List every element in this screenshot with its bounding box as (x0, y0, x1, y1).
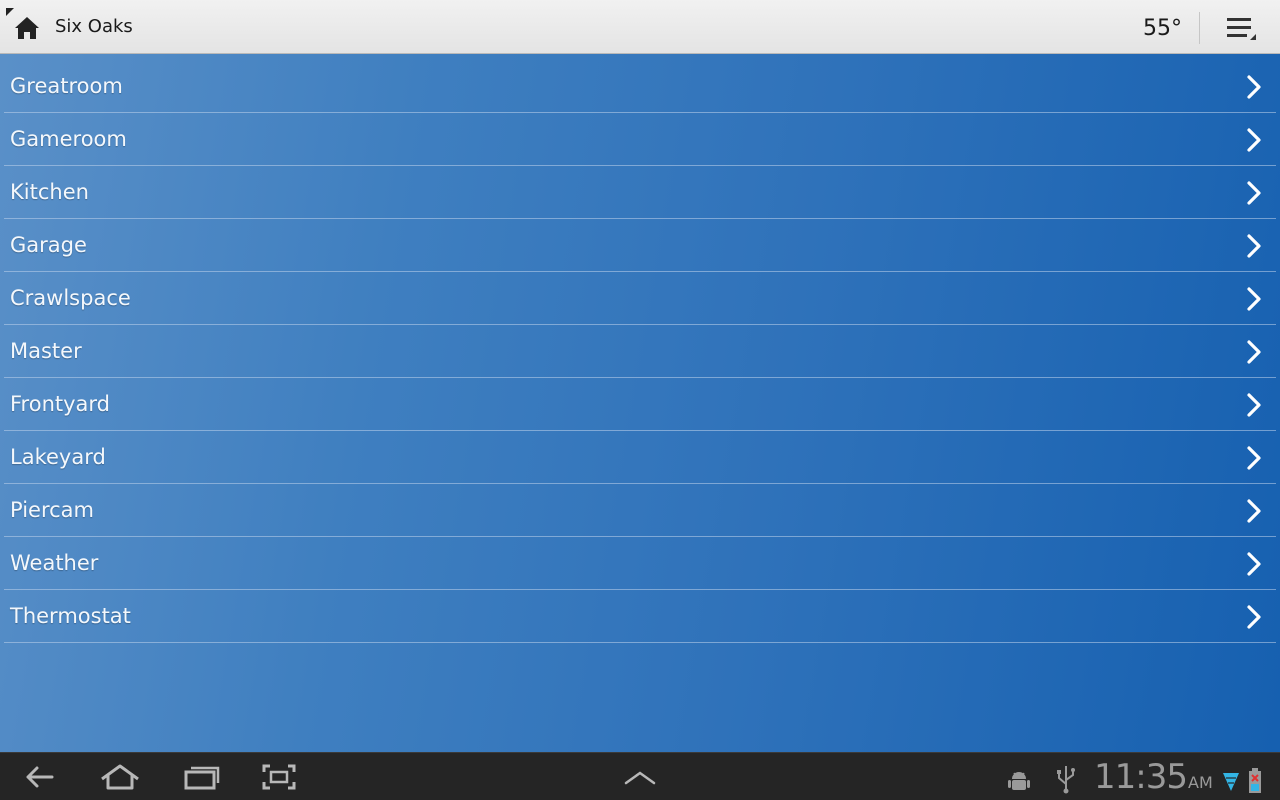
room-label: Frontyard (10, 392, 111, 416)
clock-ampm[interactable]: AM (1188, 773, 1213, 793)
clock-time[interactable]: 11:35 (1094, 757, 1188, 797)
battery-icon[interactable] (1248, 765, 1262, 797)
overflow-menu-icon (1227, 18, 1256, 40)
room-label: Lakeyard (10, 445, 106, 469)
screen: Six Oaks 55° Greatroom Gameroom Kitchen (0, 0, 1280, 800)
app-title: Six Oaks (55, 16, 133, 37)
room-label: Master (10, 339, 82, 363)
room-label: Kitchen (10, 180, 89, 204)
temperature-readout: 55° (1143, 16, 1182, 41)
room-item-garage[interactable]: Garage (4, 219, 1276, 272)
room-item-crawlspace[interactable]: Crawlspace (4, 272, 1276, 325)
chevron-right-icon (1247, 128, 1261, 152)
chevron-right-icon (1247, 446, 1261, 470)
wifi-icon[interactable] (1222, 767, 1240, 799)
home-icon[interactable] (98, 761, 142, 793)
action-bar: Six Oaks 55° (0, 0, 1280, 54)
room-item-weather[interactable]: Weather (4, 537, 1276, 590)
room-item-kitchen[interactable]: Kitchen (4, 166, 1276, 219)
room-item-master[interactable]: Master (4, 325, 1276, 378)
room-item-gameroom[interactable]: Gameroom (4, 113, 1276, 166)
chevron-right-icon (1247, 552, 1261, 576)
screenshot-icon[interactable] (260, 761, 298, 793)
overflow-menu-button[interactable] (1218, 8, 1264, 48)
up-indicator-icon (6, 8, 14, 16)
chevron-right-icon (1247, 181, 1261, 205)
room-item-piercam[interactable]: Piercam (4, 484, 1276, 537)
room-item-frontyard[interactable]: Frontyard (4, 378, 1276, 431)
chevron-right-icon (1247, 234, 1261, 258)
home-icon (15, 17, 39, 39)
chevron-right-icon (1247, 393, 1261, 417)
room-label: Weather (10, 551, 99, 575)
room-item-lakeyard[interactable]: Lakeyard (4, 431, 1276, 484)
back-icon[interactable] (22, 761, 58, 793)
room-list: Greatroom Gameroom Kitchen Garage Crawls… (0, 54, 1280, 643)
chevron-right-icon (1247, 340, 1261, 364)
android-debug-icon[interactable] (1006, 765, 1032, 797)
room-label: Greatroom (10, 74, 123, 98)
chevron-right-icon (1247, 75, 1261, 99)
room-label: Crawlspace (10, 286, 131, 310)
system-bar: 11:35 AM (0, 752, 1280, 800)
home-up-button[interactable] (4, 6, 48, 48)
room-item-greatroom[interactable]: Greatroom (4, 60, 1276, 113)
usb-icon[interactable] (1054, 763, 1078, 795)
chevron-right-icon (1247, 605, 1261, 629)
recent-apps-icon[interactable] (182, 761, 222, 793)
room-item-thermostat[interactable]: Thermostat (4, 590, 1276, 643)
room-label: Garage (10, 233, 87, 257)
chevron-right-icon (1247, 499, 1261, 523)
room-label: Piercam (10, 498, 94, 522)
room-label: Thermostat (10, 604, 131, 628)
room-label: Gameroom (10, 127, 127, 151)
room-list-container: Greatroom Gameroom Kitchen Garage Crawls… (0, 54, 1280, 752)
action-bar-divider (1199, 12, 1200, 44)
chevron-right-icon (1247, 287, 1261, 311)
menu-up-icon[interactable] (622, 761, 658, 793)
